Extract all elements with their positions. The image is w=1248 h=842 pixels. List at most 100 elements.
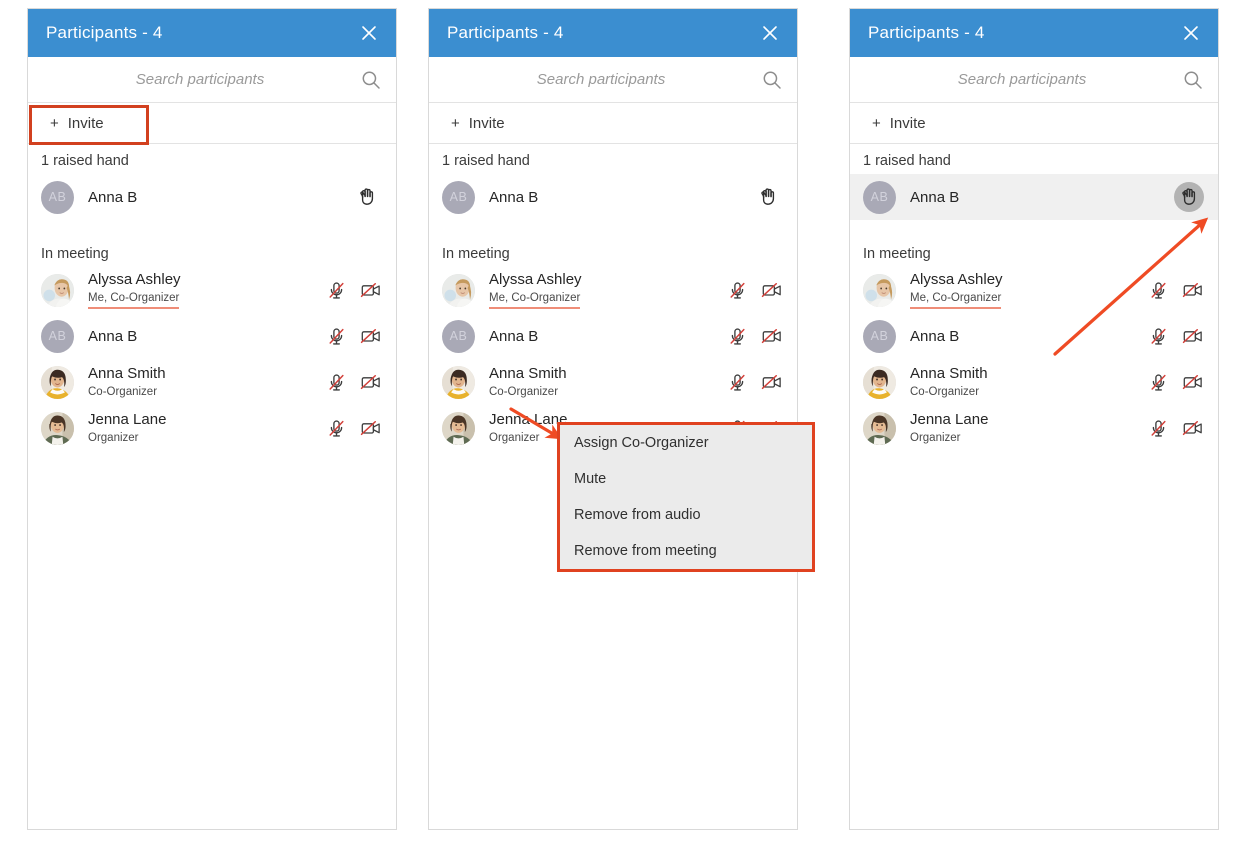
participant-role[interactable]: Organizer	[489, 431, 540, 445]
mic-muted-icon[interactable]	[1147, 371, 1169, 393]
invite-label[interactable]: Invite	[890, 115, 926, 132]
avatar-initials[interactable]: AB	[871, 329, 889, 343]
participant-actions[interactable]	[325, 417, 382, 439]
participant-info[interactable]: Jenna Lane Organizer	[88, 411, 325, 446]
participant-row[interactable]: AB Anna B	[429, 313, 797, 359]
camera-off-icon[interactable]	[761, 371, 783, 393]
search-input[interactable]	[46, 70, 360, 89]
avatar[interactable]	[41, 411, 74, 445]
mic-muted-icon[interactable]	[726, 325, 748, 347]
participant-actions[interactable]	[726, 371, 783, 393]
plus-icon[interactable]: +	[451, 115, 460, 132]
participant-row[interactable]: Anna Smith Co-Organizer	[850, 359, 1218, 405]
avatar-initials[interactable]: AB	[871, 190, 889, 204]
search-bar[interactable]	[850, 57, 1218, 103]
participant-info[interactable]: Anna Smith Co-Organizer	[489, 365, 726, 400]
avatar[interactable]	[41, 273, 74, 307]
invite-label[interactable]: Invite	[68, 115, 104, 132]
participant-actions[interactable]	[352, 182, 382, 212]
camera-off-icon[interactable]	[761, 279, 783, 301]
plus-icon[interactable]: +	[872, 115, 881, 132]
avatar[interactable]	[863, 365, 896, 399]
participant-row[interactable]: Anna Smith Co-Organizer	[429, 359, 797, 405]
participant-name[interactable]: Anna Smith	[489, 365, 726, 382]
participant-role[interactable]: Co-Organizer	[489, 385, 558, 399]
participant-row[interactable]: Alyssa Ashley Me, Co-Organizer	[28, 267, 396, 313]
raised-hand-icon[interactable]	[753, 182, 783, 212]
avatar[interactable]: AB	[863, 319, 896, 353]
participant-name[interactable]: Jenna Lane	[88, 411, 325, 428]
participant-info[interactable]: Anna Smith Co-Organizer	[88, 365, 325, 400]
search-icon[interactable]	[360, 69, 382, 91]
panel-inner[interactable]: Participants - 4 + Invite 1 raised hand AB An…	[850, 9, 1218, 829]
camera-off-icon[interactable]	[360, 325, 382, 347]
avatar[interactable]: AB	[41, 319, 74, 353]
search-bar[interactable]	[28, 57, 396, 103]
participant-role[interactable]: Me, Co-Organizer	[88, 291, 180, 309]
close-icon[interactable]	[1178, 20, 1204, 46]
participant-actions[interactable]	[1174, 182, 1204, 212]
panel-titlebar[interactable]: Participants - 4	[28, 9, 396, 57]
camera-off-icon[interactable]	[761, 325, 783, 347]
participant-row[interactable]: AB Anna B	[850, 313, 1218, 359]
camera-off-icon[interactable]	[1182, 325, 1204, 347]
context-menu-item[interactable]: Remove from meeting	[560, 533, 812, 569]
mic-muted-icon[interactable]	[1147, 325, 1169, 347]
participant-role[interactable]: Co-Organizer	[910, 385, 979, 399]
mic-muted-icon[interactable]	[325, 279, 347, 301]
participant-row[interactable]: AB Anna B	[28, 174, 396, 220]
search-icon[interactable]	[761, 69, 783, 91]
avatar[interactable]	[442, 411, 475, 445]
participant-row[interactable]: Alyssa Ashley Me, Co-Organizer	[429, 267, 797, 313]
participant-row[interactable]: Jenna Lane Organizer	[28, 405, 396, 451]
participant-info[interactable]: Jenna Lane Organizer	[910, 411, 1147, 446]
section-label-in-meeting[interactable]: In meeting	[28, 220, 396, 267]
section-label-raised-hand[interactable]: 1 raised hand	[850, 144, 1218, 174]
participant-info[interactable]: Anna B	[88, 328, 325, 345]
invite-button[interactable]: + Invite	[429, 103, 525, 143]
panel-title[interactable]: Participants - 4	[46, 23, 356, 43]
participant-name[interactable]: Anna Smith	[88, 365, 325, 382]
participant-role[interactable]: Co-Organizer	[88, 385, 157, 399]
plus-icon[interactable]: +	[50, 115, 59, 132]
participant-name[interactable]: Anna B	[489, 328, 726, 345]
raised-hand-icon[interactable]	[352, 182, 382, 212]
participant-info[interactable]: Anna B	[910, 189, 1174, 206]
participant-row[interactable]: AB Anna B	[28, 313, 396, 359]
participant-actions[interactable]	[1147, 371, 1204, 393]
participant-row[interactable]: AB Anna B	[850, 174, 1218, 220]
participants-panel[interactable]: Participants - 4 + Invite 1 raised hand AB An…	[428, 8, 815, 830]
camera-off-icon[interactable]	[360, 279, 382, 301]
camera-off-icon[interactable]	[1182, 417, 1204, 439]
participant-actions[interactable]	[1147, 417, 1204, 439]
participant-name[interactable]: Anna B	[910, 189, 1174, 206]
avatar[interactable]	[863, 411, 896, 445]
avatar-initials[interactable]: AB	[450, 190, 468, 204]
participant-name[interactable]: Anna B	[910, 328, 1147, 345]
context-menu-item[interactable]: Remove from audio	[560, 497, 812, 533]
search-icon[interactable]	[1182, 69, 1204, 91]
participant-info[interactable]: Alyssa Ashley Me, Co-Organizer	[910, 271, 1147, 309]
participant-actions[interactable]	[1147, 325, 1204, 347]
context-menu-item[interactable]: Mute	[560, 461, 812, 497]
camera-off-icon[interactable]	[1182, 279, 1204, 301]
camera-off-icon[interactable]	[360, 371, 382, 393]
avatar[interactable]	[41, 365, 74, 399]
avatar-initials[interactable]: AB	[49, 190, 67, 204]
mic-muted-icon[interactable]	[325, 417, 347, 439]
participant-name[interactable]: Anna Smith	[910, 365, 1147, 382]
avatar[interactable]	[442, 365, 475, 399]
participant-actions[interactable]	[726, 325, 783, 347]
section-label-raised-hand[interactable]: 1 raised hand	[28, 144, 396, 174]
mic-muted-icon[interactable]	[325, 325, 347, 347]
participant-info[interactable]: Anna B	[88, 189, 352, 206]
participants-panel[interactable]: Participants - 4 + Invite 1 raised hand AB An…	[849, 8, 1219, 830]
participant-actions[interactable]	[325, 279, 382, 301]
participant-name[interactable]: Jenna Lane	[910, 411, 1147, 428]
avatar[interactable]: AB	[863, 180, 896, 214]
avatar-initials[interactable]: AB	[450, 329, 468, 343]
avatar[interactable]: AB	[442, 319, 475, 353]
participant-row[interactable]: Alyssa Ashley Me, Co-Organizer	[850, 267, 1218, 313]
panel-title[interactable]: Participants - 4	[868, 23, 1178, 43]
participant-actions[interactable]	[753, 182, 783, 212]
